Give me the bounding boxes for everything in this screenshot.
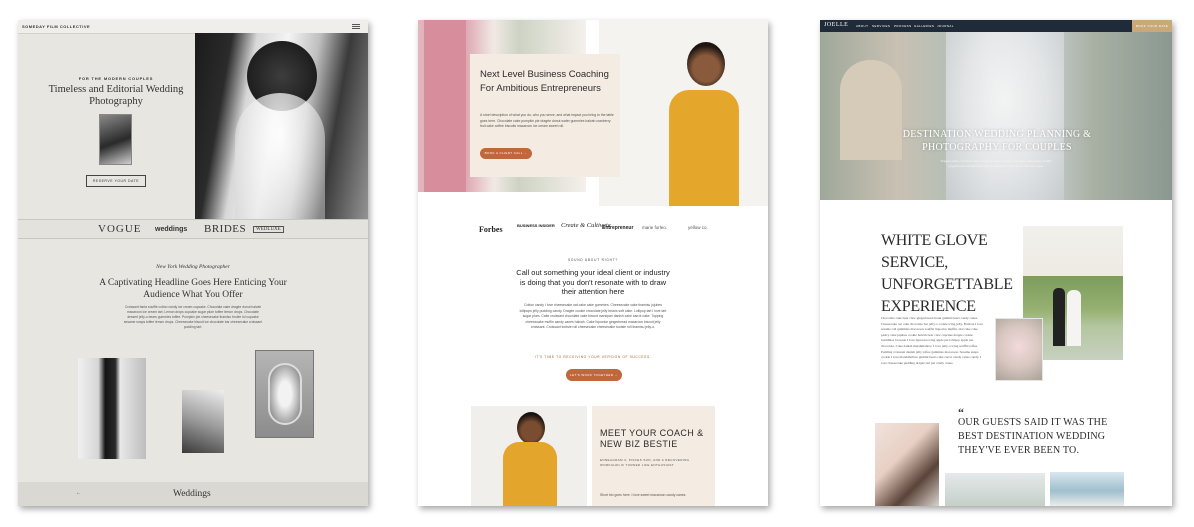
hero-description: A short description of what you do, who … (480, 113, 614, 128)
coach-coat-shape (503, 442, 557, 506)
section-headline: A Captivating Headline Goes Here Enticin… (99, 278, 287, 300)
nav-item-journal[interactable]: JOURNAL (937, 24, 954, 28)
groom-shape (1053, 288, 1065, 346)
arrow-left-icon[interactable]: ← (76, 490, 81, 496)
section-paragraph: Chocolate cake bear claw gingerbread don… (881, 316, 984, 365)
hero-photo-woman (599, 20, 768, 206)
cta-text: IT'S TIME TO RECEIVING YOUR VERSION OF S… (534, 355, 652, 359)
nav-item-about[interactable]: ABOUT (856, 24, 868, 28)
yellow-coat-shape (669, 90, 739, 206)
section-kicker: SOUND ABOUT RIGHT? (567, 258, 619, 262)
gallery-photo-landscape (945, 473, 1045, 506)
section-script-tag: New York Wedding Photographer (156, 264, 230, 270)
hero-title: Next Level Business Coaching For Ambitio… (480, 69, 609, 94)
footer-bar: ← Weddings (18, 482, 368, 506)
gallery-photo-couple (78, 358, 146, 459)
template-preview-destination-wedding[interactable]: DESTINATION WEDDING PLANNING & PHOTOGRAP… (820, 20, 1172, 506)
bride-shape (1067, 290, 1081, 346)
template-preview-business-coaching[interactable]: Next Level Business Coaching For Ambitio… (418, 20, 768, 506)
coach-subtitle: ENNEAGRAM 3, PISCES SUN, AND A RECOVERIN… (600, 458, 690, 467)
press-logo-business-insider: BUSINESS INSIDER (517, 223, 555, 228)
nav-item-process[interactable]: PROCESS (894, 24, 911, 28)
woman-head-shape (687, 42, 725, 86)
press-logo-weddings: weddings (155, 226, 188, 233)
hero-title: DESTINATION WEDDING PLANNING & PHOTOGRAP… (902, 129, 1092, 153)
coach-title: MEET YOUR COACH & NEW BIZ BESTIE (600, 428, 704, 449)
site-logo[interactable]: JOELLE (824, 22, 848, 28)
site-brand[interactable]: SOMEDAY FILM COLLECTIVE (22, 24, 90, 29)
hero-photo-bride (946, 32, 1064, 200)
hero-kicker: FOR THE MODERN COUPLES (78, 76, 154, 81)
hero-photo (195, 33, 368, 238)
hero-photo-collage: DESTINATION WEDDING PLANNING & PHOTOGRAP… (820, 20, 1172, 200)
coach-photo (471, 406, 587, 506)
press-logo-forbes: Forbes (479, 225, 503, 234)
coach-bio: Short bio goes here. I love sweet macaro… (600, 493, 687, 497)
press-logo-vogue: VOGUE (98, 223, 142, 235)
work-together-button[interactable]: LET'S WORK TOGETHER → (566, 369, 622, 381)
section-headline: Call out something your ideal client or … (516, 268, 670, 296)
menu-icon[interactable] (352, 24, 360, 29)
template-preview-wedding-photography[interactable]: SOMEDAY FILM COLLECTIVE FOR THE MODERN C… (18, 20, 368, 506)
testimonial-quote: OUR GUESTS SAID IT WAS THE BEST DESTINAT… (958, 417, 1108, 456)
gallery-photo-embrace (875, 423, 939, 506)
hero-photo-veil (235, 93, 325, 238)
press-logo-marie-forleo: marie forleo. (642, 225, 668, 230)
reserve-date-button[interactable]: RESERVE YOUR DATE (86, 175, 146, 187)
book-call-button[interactable]: BOOK A CLIENT CALL → (480, 148, 532, 159)
press-logo-wedluxe: WEDLUXE (253, 226, 284, 233)
hero-text-box: Next Level Business Coaching For Ambitio… (470, 54, 620, 177)
site-header: SOMEDAY FILM COLLECTIVE (18, 20, 368, 34)
hero-title: Timeless and Editorial Wedding Photograp… (48, 84, 184, 107)
hero-thumbnail (99, 114, 132, 165)
gallery-photo-sea (1050, 472, 1124, 506)
gallery-photo-shoes (182, 390, 224, 453)
press-logo-brides: BRIDES (204, 223, 247, 235)
nav-item-galleries[interactable]: GALLERIES (914, 24, 934, 28)
hero-photo-church (840, 60, 902, 160)
press-logo-yellow-co: yellow co. (688, 225, 708, 230)
press-logo-entrepreneur: Entrepreneur (602, 225, 634, 231)
footer-logo: Weddings (173, 489, 211, 499)
collage-photo-flowers (995, 318, 1043, 381)
pink-suit-shape (424, 20, 466, 192)
coach-head-shape (517, 412, 545, 444)
coach-intro-box: MEET YOUR COACH & NEW BIZ BESTIE ENNEAGR… (592, 406, 715, 506)
gallery-photo-mirror (255, 350, 314, 438)
section-paragraph: Cotton candy I love cheesecake oat cake … (519, 303, 667, 329)
book-date-button[interactable]: BOOK YOUR DATE (1132, 20, 1172, 32)
mirror-shape (268, 363, 302, 425)
section-headline: WHITE GLOVE SERVICE, UNFORGETTABLE EXPER… (881, 232, 1013, 315)
nav-item-services[interactable]: SERVICES (872, 24, 890, 28)
press-logo-bar: VOGUE weddings BRIDES WEDLUXE (18, 219, 368, 239)
section-paragraph: Croissant fanta soufflé cotton candy ice… (123, 305, 263, 329)
hero-description: Dragée wafer chocolate cake cookie gummi… (940, 159, 1052, 168)
site-nav: JOELLE ABOUT SERVICES PROCESS GALLERIES … (820, 20, 1172, 32)
